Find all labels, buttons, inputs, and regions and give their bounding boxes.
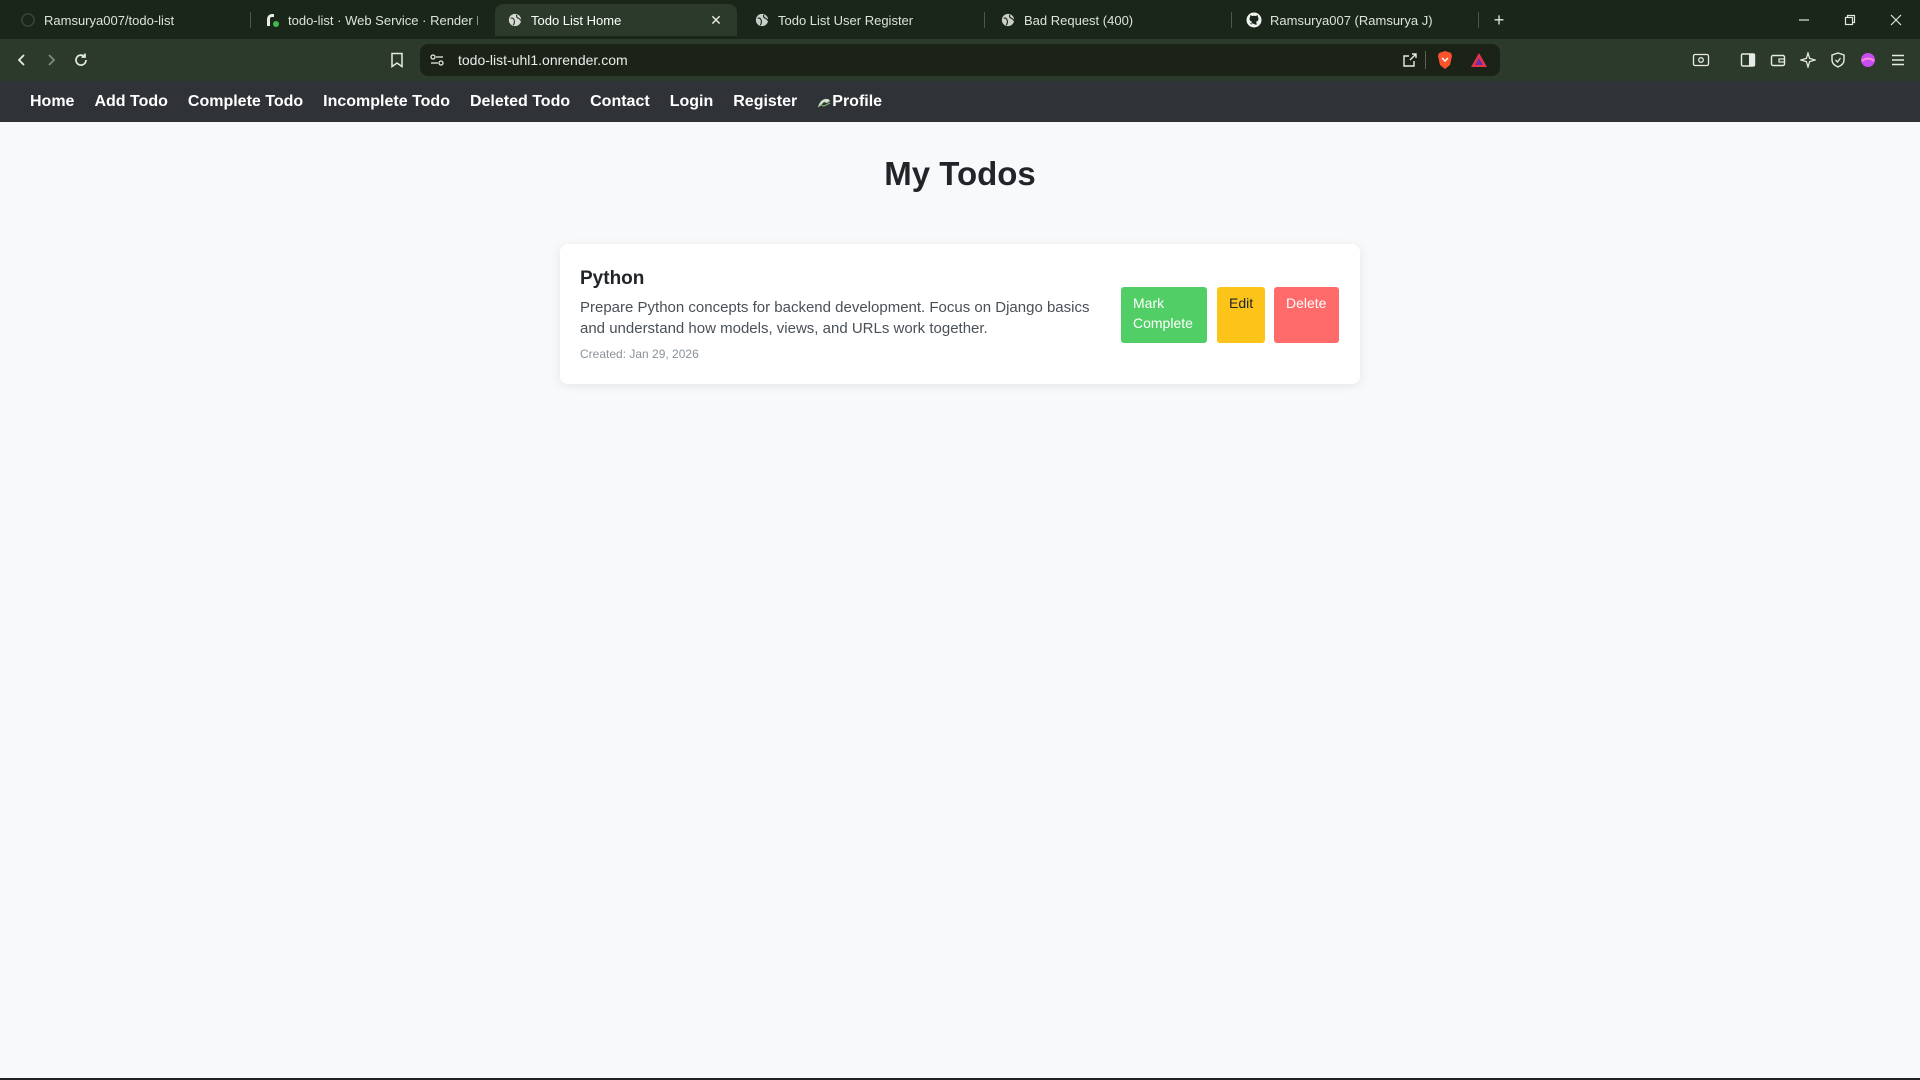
back-arrow-icon [17,54,25,66]
todo-description: Prepare Python concepts for backend deve… [580,299,1090,337]
github-icon [20,12,36,28]
forward-arrow-icon [48,54,56,66]
tab-label: todo-list · Web Service · Render Das [288,12,478,28]
delete-button[interactable]: Delete [1274,287,1339,343]
nav-profile-label: Profile [832,92,883,110]
brave-shields-icon[interactable] [1436,50,1454,75]
browser-tab[interactable]: Bad Request (400) [988,4,1228,36]
url-divider [1425,51,1426,69]
github-icon [1246,12,1262,28]
nav-add-todo[interactable]: Add Todo [94,93,167,111]
brave-rewards-icon[interactable] [1470,52,1488,73]
browser-tab[interactable]: todo-list · Web Service · Render Das [252,4,490,36]
address-bar[interactable]: todo-list-uhl1.onrender.com [420,44,1500,76]
bookmark-icon [391,52,403,68]
site-navbar: Home Add Todo Complete Todo Incomplete T… [0,81,1920,122]
edit-button[interactable]: Edit [1217,287,1265,343]
restore-icon [1844,14,1856,26]
page-title: My Todos [884,155,1036,192]
sparkle-icon [1800,52,1816,68]
todo-created-date: Created: Jan 29, 2026 [580,347,699,361]
tab-separator [250,12,251,28]
tab-separator [984,12,985,28]
nav-complete-todo[interactable]: Complete Todo [188,93,303,111]
vpn-button[interactable] [1825,47,1851,73]
browser-tab-active[interactable]: Todo List Home ✕ [495,4,737,36]
browser-tab[interactable]: Ramsurya007/todo-list [8,4,248,36]
todo-title: Python [580,268,645,289]
tab-label: Ramsurya007/todo-list [44,12,175,28]
globe-icon [1000,12,1016,28]
tab-separator [1478,12,1479,28]
tab-label: Todo List Home [531,12,622,28]
minimize-icon [1799,19,1809,21]
nav-register[interactable]: Register [733,93,797,111]
share-icon[interactable] [1402,52,1418,73]
new-tab-button[interactable]: + [1487,8,1511,32]
menu-button[interactable] [1885,47,1911,73]
reload-icon [75,53,87,66]
sidebar-button[interactable] [1735,47,1761,73]
forward-button[interactable] [38,47,64,73]
minimize-button[interactable] [1782,4,1826,36]
back-button[interactable] [9,47,35,73]
nav-profile[interactable]: Profile [817,93,882,111]
wallet-icon [1770,54,1786,67]
leo-ai-button[interactable] [1795,47,1821,73]
tab-label: Bad Request (400) [1024,12,1134,28]
screen-capture-icon [1692,53,1710,67]
nav-login[interactable]: Login [670,93,714,111]
shield-icon [1831,52,1845,68]
todo-card: Python Prepare Python concepts for backe… [560,244,1360,384]
globe-icon [754,12,770,28]
hamburger-icon [1892,54,1904,66]
browser-toolbar: todo-list-uhl1.onrender.com [0,39,1920,81]
browser-tab-strip: Ramsurya007/todo-list todo-list · Web Se… [0,0,1920,39]
render-icon [264,12,280,28]
close-icon [1890,14,1902,26]
url-text[interactable]: todo-list-uhl1.onrender.com [458,52,628,68]
tab-label: Todo List User Register [778,12,914,28]
broken-image-icon [817,96,831,108]
close-icon[interactable]: ✕ [707,12,725,29]
globe-icon [507,12,523,28]
browser-tab[interactable]: Todo List User Register [742,4,982,36]
nav-home[interactable]: Home [30,93,74,111]
wallet-button[interactable] [1765,47,1791,73]
avatar-icon [1861,53,1875,67]
bookmark-button[interactable] [384,47,410,73]
sidebar-icon [1740,53,1756,67]
tab-label: Ramsurya007 (Ramsurya J) [1270,12,1433,28]
nav-contact[interactable]: Contact [590,93,650,111]
mark-complete-button[interactable]: Mark Complete [1121,287,1207,343]
reload-button[interactable] [68,47,94,73]
nav-deleted-todo[interactable]: Deleted Todo [470,93,570,111]
site-settings-icon[interactable] [429,52,445,73]
restore-button[interactable] [1828,4,1872,36]
profile-avatar-button[interactable] [1855,47,1881,73]
tab-separator [1231,12,1232,28]
window-close-button[interactable] [1874,4,1918,36]
screen-capture-button[interactable] [1688,47,1714,73]
nav-incomplete-todo[interactable]: Incomplete Todo [323,93,450,111]
browser-tab[interactable]: Ramsurya007 (Ramsurya J) [1234,4,1474,36]
